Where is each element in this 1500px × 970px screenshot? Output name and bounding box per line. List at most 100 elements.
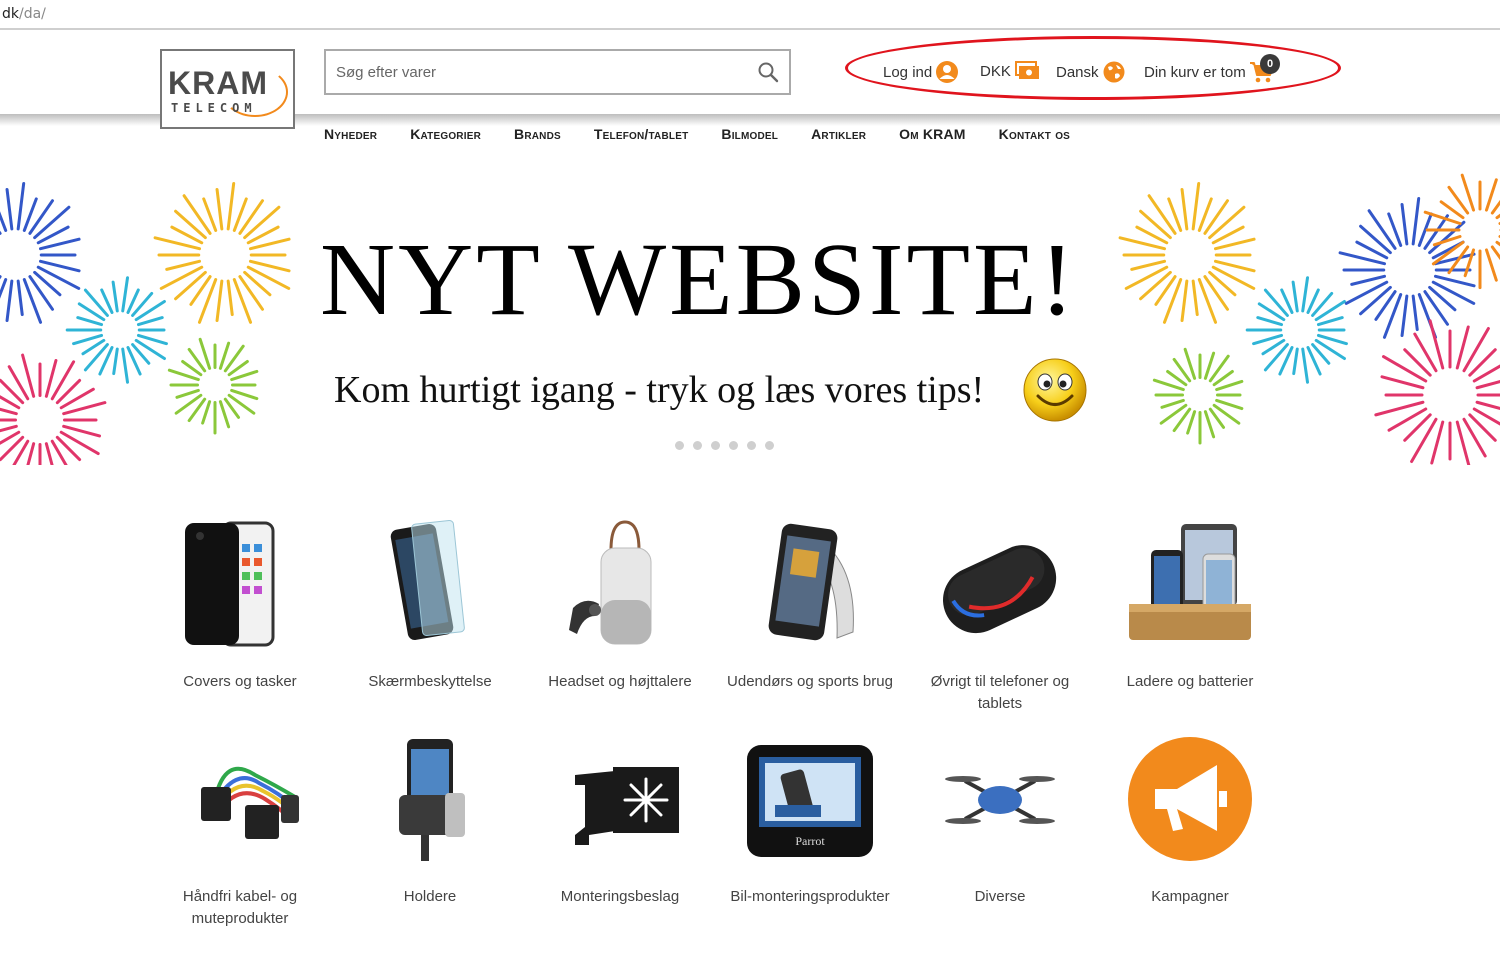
firework-ray [1484, 178, 1498, 212]
firework-ray [1455, 325, 1470, 370]
firework-ray [226, 279, 234, 317]
nav-item-nyheder[interactable]: Nyheder [324, 126, 377, 146]
category-label: Monteringsbeslag [560, 888, 680, 905]
firework-ray [5, 279, 14, 323]
firework-ray [1208, 205, 1246, 240]
firework-ray [1387, 407, 1428, 432]
firework-ray [50, 439, 68, 465]
firework-ray [1292, 347, 1299, 376]
category-car-mounting[interactable]: Parrot Bil-monteringsprodukter [720, 735, 900, 908]
firework-ray [1203, 410, 1216, 439]
firework-ray [1316, 316, 1344, 327]
search-input[interactable] [336, 61, 736, 83]
category-misc[interactable]: Diverse [910, 735, 1090, 908]
firework-ray [1215, 398, 1244, 411]
headset-speaker-image [569, 520, 652, 645]
slider-dot[interactable] [711, 441, 720, 450]
currency-selector[interactable]: DKK [980, 60, 1040, 82]
phone-case-image [185, 521, 275, 647]
firework-ray [121, 276, 130, 313]
login-link[interactable]: Log ind [883, 60, 959, 84]
nav-item-artikler[interactable]: Artikler [811, 126, 866, 146]
firework-ray [136, 333, 168, 346]
firework-ray [136, 316, 164, 327]
category-holders[interactable]: Holdere [340, 735, 520, 908]
firework-ray [1256, 316, 1284, 327]
firework-ray [1130, 259, 1167, 271]
category-handsfree-cables[interactable]: Håndfri kabel- og muteprodukter [150, 735, 330, 930]
nav-item-om-kram[interactable]: Om KRAM [899, 126, 966, 146]
nav-item-telefon-tablet[interactable]: Telefon/tablet [594, 126, 689, 146]
firework-ray [1411, 294, 1419, 332]
slider-dot[interactable] [765, 441, 774, 450]
firework-ray [111, 280, 119, 313]
category-label: Bil-monteringsprodukter [730, 888, 890, 905]
screen-protector-image [390, 520, 465, 641]
firework-ray [174, 209, 207, 240]
slider-dot[interactable] [675, 441, 684, 450]
mounting-bracket-image [575, 767, 679, 845]
firework-ray [1160, 398, 1185, 409]
firework-ray [121, 347, 130, 384]
language-selector[interactable]: Dansk [1056, 60, 1126, 84]
firework-ray [44, 358, 58, 398]
firework-ray [1463, 248, 1476, 278]
category-label: Diverse [974, 888, 1026, 905]
category-mounting-brackets[interactable]: Monteringsbeslag [530, 735, 710, 908]
cart-count-badge: 0 [1260, 54, 1280, 74]
charging-station-image [1129, 524, 1251, 640]
url-text: dk/da/ [2, 6, 46, 22]
slider-dot[interactable] [747, 441, 756, 450]
category-label: Skærmbeskyttelse [368, 673, 492, 690]
address-bar[interactable]: dk/da/ [0, 0, 1500, 30]
firework-ray [218, 400, 231, 429]
firework-ray [5, 187, 14, 231]
firework-ray [1252, 333, 1284, 346]
money-icon [1014, 61, 1039, 79]
nav-item-brands[interactable]: Brands [514, 126, 561, 146]
category-headsets[interactable]: Headset og højttalere [530, 520, 710, 693]
firework-ray [1316, 333, 1348, 346]
firework-ray [248, 237, 291, 251]
firework-ray [1359, 285, 1392, 316]
firework-ray [1301, 276, 1310, 313]
firework-ray [243, 205, 281, 240]
bluetooth-speaker-image [943, 545, 1057, 634]
site-logo[interactable]: KRAM TELECOM [160, 49, 295, 129]
category-campaigns[interactable]: Kampagner [1100, 735, 1280, 908]
car-kit-display-image: Parrot [747, 745, 873, 857]
banner-subtitle: Kom hurtigt igang - tryk og læs vores ti… [334, 369, 985, 411]
firework-ray [76, 316, 104, 327]
slider-dot[interactable] [729, 441, 738, 450]
user-icon [936, 61, 959, 83]
firework-ray [165, 259, 202, 271]
category-misc-phone[interactable]: Øvrigt til telefoner og tablets [910, 520, 1090, 715]
firework-ray [0, 211, 8, 232]
nav-item-kontakt-os[interactable]: Kontakt os [999, 126, 1070, 146]
slider-dot[interactable] [693, 441, 702, 450]
firework-ray [174, 270, 207, 301]
search-icon[interactable] [757, 61, 779, 83]
firework-ray [1350, 274, 1387, 286]
language-label: Dansk [1056, 63, 1099, 81]
nav-item-bilmodel[interactable]: Bilmodel [721, 126, 778, 146]
firework-ray [1490, 245, 1500, 261]
megaphone-icon [1128, 737, 1252, 861]
category-label: Holdere [403, 888, 457, 905]
firework-ray [1180, 279, 1189, 323]
category-screen-protection[interactable]: Skærmbeskyttelse [340, 520, 520, 693]
firework-ray [215, 187, 224, 231]
firework-ray [1430, 420, 1445, 465]
firework-ray [1180, 187, 1189, 231]
nav-item-kategorier[interactable]: Kategorier [410, 126, 481, 146]
category-label: Udendørs og sports brug [727, 673, 893, 690]
search-box[interactable] [324, 49, 791, 95]
firework-ray [1413, 332, 1438, 373]
category-chargers[interactable]: Ladere og batterier [1100, 520, 1280, 693]
category-covers[interactable]: Covers og tasker [150, 520, 330, 693]
firework-ray [38, 237, 81, 251]
hero-banner[interactable]: NYT WEBSITE! Kom hurtigt igang - tryk og… [0, 160, 1500, 465]
category-outdoor-sports[interactable]: Udendørs og sports brug [720, 520, 900, 693]
firework-ray [230, 369, 259, 382]
cart-link[interactable]: Din kurv er tom [1144, 60, 1275, 84]
